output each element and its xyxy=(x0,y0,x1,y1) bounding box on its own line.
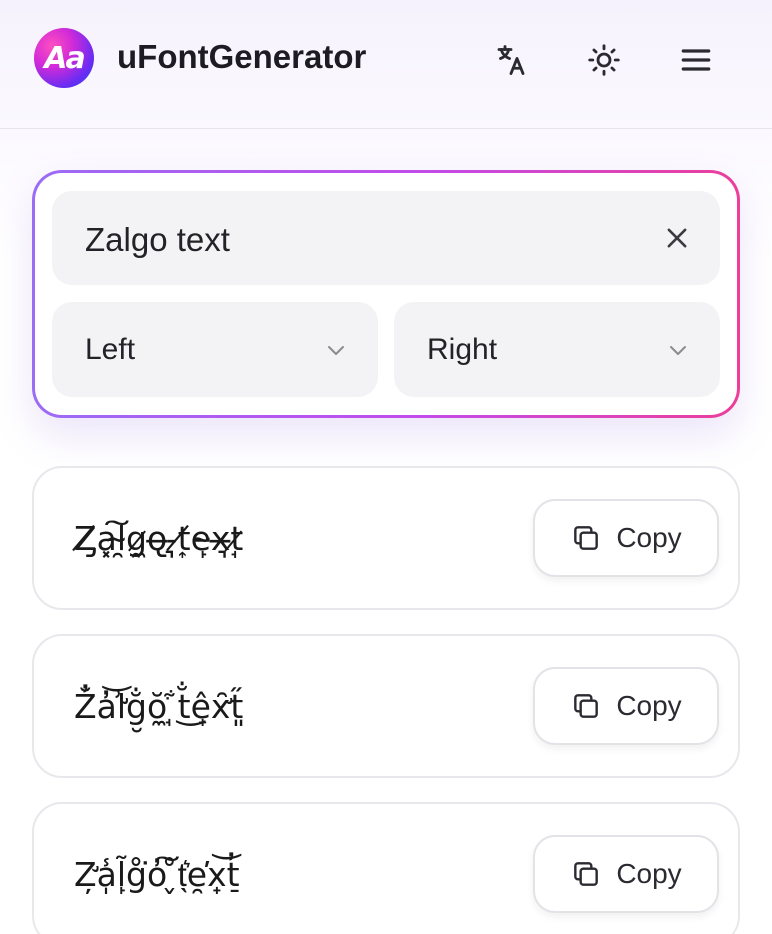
menu-icon[interactable] xyxy=(676,40,716,80)
app-page: Aa uFontGenerator Zalgo text Left Right … xyxy=(0,0,772,934)
copy-icon xyxy=(574,526,599,550)
input-card: Zalgo text Left Right xyxy=(32,170,740,418)
logo-text: Aa xyxy=(44,40,85,76)
sun-icon[interactable] xyxy=(584,40,624,80)
copy-button[interactable]: Copy xyxy=(533,667,719,745)
chevron-down-icon xyxy=(670,346,686,355)
copy-button[interactable]: Copy xyxy=(533,835,719,913)
copy-button[interactable]: Copy xyxy=(533,499,719,577)
left-select[interactable]: Left xyxy=(52,302,378,397)
copy-label: Copy xyxy=(616,858,682,889)
clear-button[interactable] xyxy=(656,217,698,259)
copy-label: Copy xyxy=(616,522,682,553)
text-input-value: Zalgo text xyxy=(85,221,230,258)
result-text[interactable]: Z̆̓a̓͝l̛͗g̮̐ŏ̼ ̘͋t̐͜ê̟x̛̑t͈̋ xyxy=(74,636,243,776)
result-card: Z̆̓a̓͝l̛͗g̮̐ŏ̼ ̘͋t̐͜ê̟x̛̑t͈̋ Copy xyxy=(32,634,740,778)
result-text[interactable]: Z̸̡a͓͠l̴̯g̷̼o̶̢ ̵͉t̸͎e̴̙x̶͉t̷̘ xyxy=(74,468,243,608)
logo[interactable]: Aa xyxy=(34,28,94,88)
chevron-down-icon xyxy=(328,346,344,355)
left-select-value: Left xyxy=(85,333,136,366)
text-input[interactable]: Zalgo text xyxy=(52,191,720,285)
result-text[interactable]: Z̛̦a̩̾l̙̃g̊͘o̓͠ ̬̊t̖͛e̯̕x̟͝t̠̓ xyxy=(74,804,240,934)
right-select[interactable]: Right xyxy=(394,302,720,397)
close-icon xyxy=(667,228,687,248)
result-card: Z̸̡a͓͠l̴̯g̷̼o̶̢ ̵͉t̸͎e̴̙x̶͉t̷̘ Copy xyxy=(32,466,740,610)
result-card: Z̛̦a̩̾l̙̃g̊͘o̓͠ ̬̊t̖͛e̯̕x̟͝t̠̓ Copy xyxy=(32,802,740,934)
brand-title[interactable]: uFontGenerator xyxy=(117,38,366,76)
copy-icon xyxy=(574,862,599,886)
right-select-value: Right xyxy=(427,333,498,366)
copy-label: Copy xyxy=(616,690,682,721)
input-card-inner: Zalgo text Left Right xyxy=(35,173,737,415)
copy-icon xyxy=(574,694,599,718)
translate-icon[interactable] xyxy=(491,40,531,80)
header: Aa uFontGenerator xyxy=(0,0,772,129)
